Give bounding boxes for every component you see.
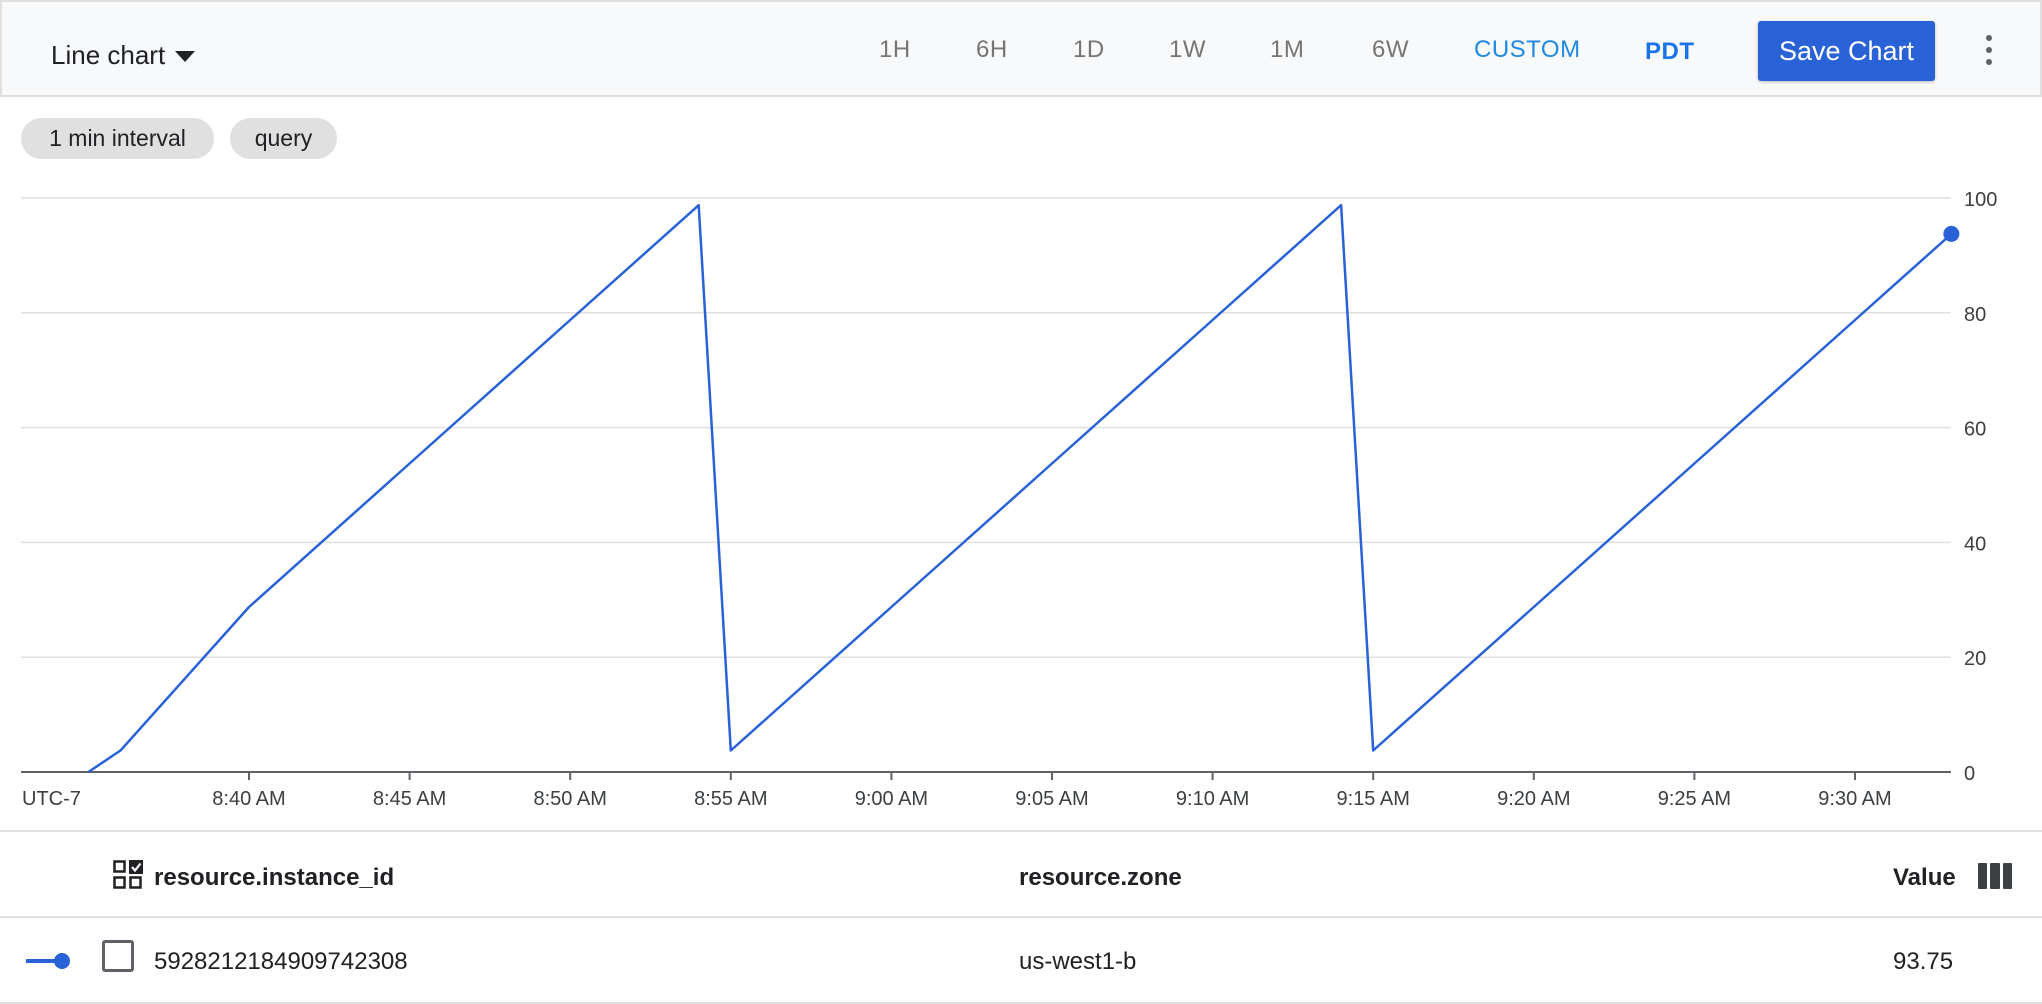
range-1h-button[interactable]: 1H <box>879 36 911 64</box>
data-point <box>86 770 90 774</box>
line-chart: 0 20 40 60 80 100 UTC-7 8:40 AM 8:45 AM 8:50 AM 8… <box>21 189 1997 810</box>
select-all-icon[interactable] <box>113 860 143 890</box>
x-tick-label: 9:15 AM <box>1337 788 1410 810</box>
value-column-header[interactable]: Value <box>1893 864 1956 892</box>
series-color-icon <box>26 953 74 969</box>
custom-range-button[interactable]: CUSTOM <box>1474 36 1581 64</box>
data-point <box>729 748 733 752</box>
range-6w-button[interactable]: 6W <box>1372 36 1409 64</box>
data-point <box>408 461 412 465</box>
data-point <box>889 605 893 609</box>
dropdown-arrow-icon <box>175 50 196 62</box>
x-tick-label: 9:10 AM <box>1176 788 1249 810</box>
interval-chip[interactable]: 1 min interval <box>21 118 214 159</box>
x-axis-timezone-label: UTC-7 <box>22 788 81 810</box>
x-tick-label: 9:30 AM <box>1818 788 1891 810</box>
data-point <box>1371 748 1375 752</box>
x-tick-label: 8:45 AM <box>373 788 446 810</box>
value-cell: 93.75 <box>1893 948 1954 975</box>
x-tick-label: 9:00 AM <box>855 788 928 810</box>
x-tick-label: 8:50 AM <box>534 788 607 810</box>
row-checkbox[interactable] <box>102 940 134 972</box>
table-row[interactable]: 5928212184909742308 us-west1-b 93.75 <box>0 918 2042 1004</box>
data-point <box>1692 461 1696 465</box>
data-point <box>247 605 251 609</box>
data-point <box>119 748 123 752</box>
y-tick-label: 60 <box>1964 419 1986 441</box>
x-tick-label: 9:20 AM <box>1497 788 1570 810</box>
zone-cell: us-west1-b <box>1019 948 1137 975</box>
data-point <box>1339 203 1343 207</box>
x-tick-label: 9:25 AM <box>1658 788 1731 810</box>
chart-type-label: Line chart <box>51 39 166 70</box>
range-1m-button[interactable]: 1M <box>1270 36 1304 64</box>
range-1w-button[interactable]: 1W <box>1169 36 1206 64</box>
save-chart-button[interactable]: Save Chart <box>1758 21 1935 81</box>
y-tick-label: 0 <box>1964 763 1975 785</box>
range-6h-button[interactable]: 6H <box>976 36 1008 64</box>
x-tick-label: 8:55 AM <box>694 788 767 810</box>
data-point <box>1853 318 1857 322</box>
data-point <box>1211 318 1215 322</box>
chart-toolbar: Line chart 1H 6H 1D 1W 1M 6W CUSTOM PDT … <box>0 0 2042 97</box>
zone-column-header[interactable]: resource.zone <box>1019 864 1182 892</box>
y-tick-label: 40 <box>1964 533 1986 555</box>
query-chip[interactable]: query <box>230 118 337 159</box>
data-point <box>1050 461 1054 465</box>
instance-id-cell: 5928212184909742308 <box>154 948 408 975</box>
more-vert-icon[interactable] <box>1980 35 1998 65</box>
data-point <box>568 318 572 322</box>
column-picker-icon[interactable] <box>1978 863 2012 889</box>
latest-value-marker <box>1943 225 1960 242</box>
series-line <box>87 203 1953 774</box>
legend-table-header: resource.instance_id resource.zone Value <box>0 830 2042 918</box>
x-tick-label: 9:05 AM <box>1015 788 1088 810</box>
y-tick-label: 20 <box>1964 648 1986 670</box>
y-tick-label: 80 <box>1964 304 1986 326</box>
instance-id-column-header[interactable]: resource.instance_id <box>154 864 394 892</box>
timezone-button[interactable]: PDT <box>1645 38 1695 66</box>
x-tick-label: 8:40 AM <box>212 788 285 810</box>
data-point <box>1532 605 1536 609</box>
y-tick-label: 100 <box>1964 189 1997 211</box>
data-point <box>697 203 701 207</box>
chart-type-dropdown[interactable]: Line chart <box>51 38 196 72</box>
range-1d-button[interactable]: 1D <box>1073 36 1105 64</box>
